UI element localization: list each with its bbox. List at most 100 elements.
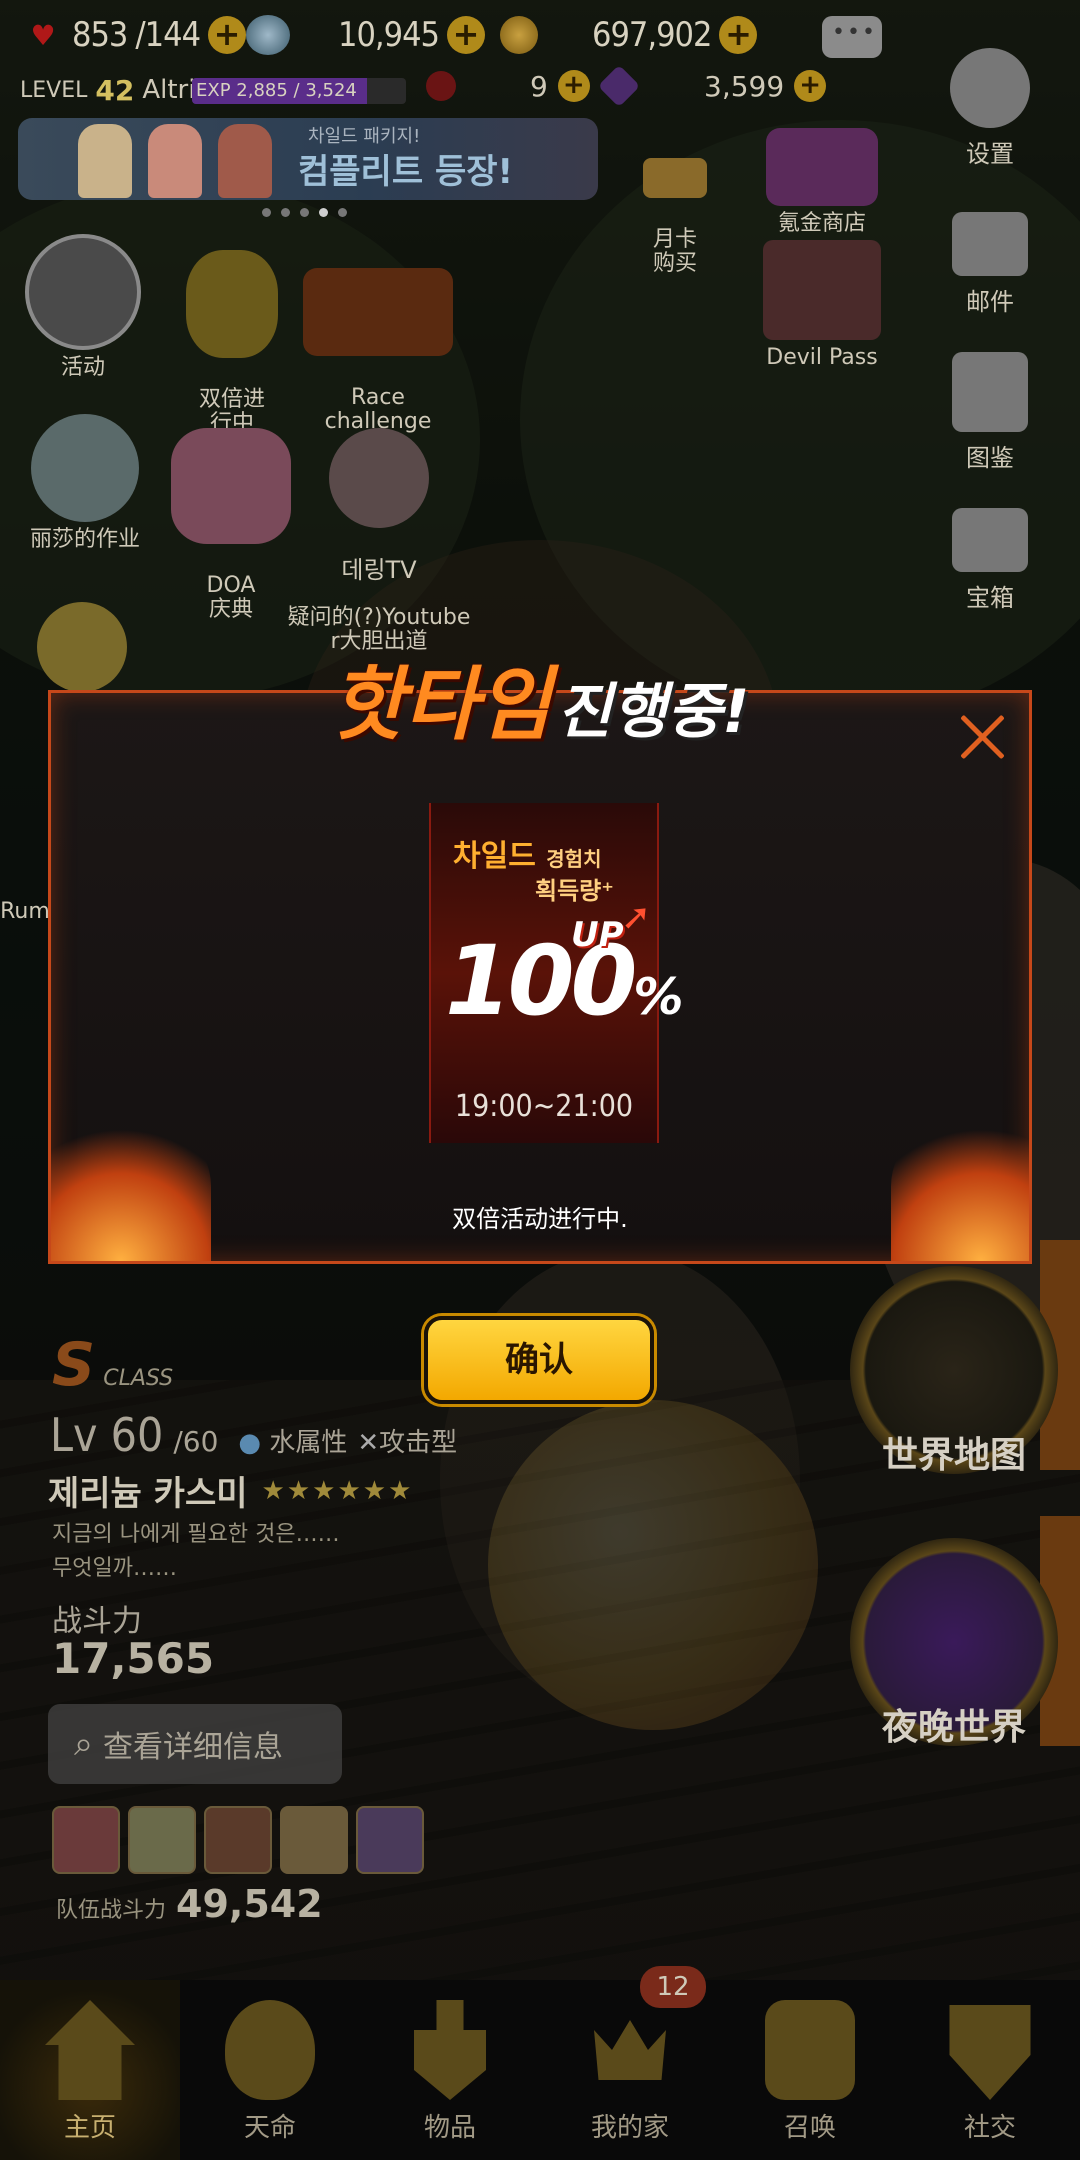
devil-pass-label: Devil Pass: [766, 345, 878, 370]
character-name: 제리늄 카스미: [48, 1474, 248, 1514]
add-gems-button[interactable]: +: [447, 16, 485, 54]
add-flame-button[interactable]: +: [557, 70, 590, 102]
popup-store-icon: [766, 128, 878, 206]
night-world-button[interactable]: 夜晚世界: [850, 1538, 1058, 1748]
banner-title: 컴플리트 등장!: [298, 152, 514, 192]
add-hearts-button[interactable]: +: [208, 16, 247, 54]
world-map-button[interactable]: 世界地图: [850, 1266, 1058, 1476]
nav-fate-label: 天命: [243, 2113, 296, 2143]
doa-fiesta-button[interactable]: DOA 庆典: [166, 404, 296, 622]
team-member-avatar[interactable]: [204, 1806, 272, 1874]
event-icon: [25, 234, 141, 350]
exp-text: EXP 2,885 / 3,524: [196, 80, 357, 101]
tv-host-avatar: [329, 428, 429, 528]
hearts-stat: ♥ 853/144 +: [22, 10, 247, 60]
team-member-avatar[interactable]: [128, 1806, 196, 1874]
sword-icon: ✕: [357, 1428, 380, 1458]
nav-items[interactable]: 物品: [360, 1980, 540, 2160]
gear-icon: [950, 48, 1030, 128]
chat-icon[interactable]: [822, 16, 882, 58]
page-dot[interactable]: [281, 208, 290, 217]
close-icon[interactable]: [958, 712, 1006, 760]
notification-badge: 12: [640, 1966, 706, 2008]
popup-store-button[interactable]: 氪金商店: [752, 128, 892, 236]
character-name-row: 제리늄 카스미 ★★★★★★: [48, 1466, 413, 1515]
lisa-homework-button[interactable]: 丽莎的作业: [20, 414, 150, 552]
add-crystal-button[interactable]: +: [794, 70, 827, 102]
page-dot-active[interactable]: [319, 208, 328, 217]
modal-message: 双倍活动进行中.: [452, 1205, 628, 1233]
devil-pass-button[interactable]: Devil Pass: [752, 240, 892, 370]
character-stars: ★★★★★★: [261, 1475, 414, 1506]
add-gold-button[interactable]: +: [719, 16, 758, 54]
night-world-label: 夜晚世界: [881, 1707, 1026, 1748]
modal-title-rest: 진행중!: [556, 677, 750, 747]
mail-button[interactable]: 邮件: [930, 212, 1050, 317]
level-number: 42: [95, 73, 135, 107]
character-lv: Lv 60: [50, 1408, 164, 1462]
bottom-nav: 主页 天命 物品 我的家 召唤 社交: [0, 1980, 1080, 2160]
event-button[interactable]: 活动: [20, 234, 146, 380]
bonus-line1-main: 차일드: [453, 839, 536, 874]
crystal-stat: 3,599 +: [597, 64, 827, 108]
nav-home[interactable]: 主页: [0, 1980, 180, 2160]
page-dot[interactable]: [262, 208, 271, 217]
exp-bar: EXP 2,885 / 3,524: [192, 78, 406, 104]
bonus-line1-small: 경험치: [546, 847, 602, 871]
flame-icon: [426, 71, 456, 101]
character-lv-max: /60: [173, 1425, 219, 1458]
potion-icon: [765, 2000, 855, 2100]
chest-button[interactable]: 宝箱: [930, 508, 1050, 613]
popup-store-label: 氪金商店: [777, 211, 866, 236]
crystal-icon: [597, 64, 641, 108]
nav-social[interactable]: 社交: [900, 1980, 1080, 2160]
crown-icon: [594, 2020, 666, 2080]
mail-label: 邮件: [966, 288, 1014, 316]
monthly-card-button[interactable]: 月卡 购买: [630, 134, 720, 276]
team-member-avatar[interactable]: [52, 1806, 120, 1874]
confirm-button[interactable]: 确认: [424, 1316, 654, 1404]
nav-fate[interactable]: 天命: [180, 1980, 360, 2160]
collection-button[interactable]: 图鉴: [930, 352, 1050, 473]
banner-pagination: [262, 208, 347, 217]
team-member-avatar[interactable]: [356, 1806, 424, 1874]
character-description: 지금의 나에게 필요한 것은…… 무엇일까……: [52, 1522, 340, 1581]
view-details-label: 查看详细信息: [103, 1730, 284, 1765]
bonus-card: 차일드 경험치 획득량⁺ 100% UP ➚ 19:00~21:00: [429, 803, 684, 1143]
flame-stat: 9 +: [426, 66, 590, 106]
gems-stat: 10,945 +: [246, 10, 485, 60]
monthly-card-icon: [643, 158, 707, 198]
heart-icon: ♥: [30, 18, 56, 52]
youtube-button[interactable]: 데링TV 疑问的(?)Youtube r大胆出道: [284, 404, 474, 654]
top-resource-bar: ♥ 853/144 + 10,945 + 697,902 +: [0, 0, 1080, 70]
view-details-button[interactable]: ⌕ 查看详细信息: [48, 1704, 342, 1784]
level-label: LEVEL: [20, 77, 88, 103]
fire-icon: [225, 2000, 315, 2100]
nav-myhome[interactable]: 我的家: [540, 1980, 720, 2160]
class-letter: S: [52, 1330, 96, 1400]
page-dot[interactable]: [300, 208, 309, 217]
monthly-card-label: 月卡 购买: [652, 227, 697, 276]
event-label: 活动: [60, 355, 105, 380]
doa-fiesta-label: DOA 庆典: [206, 573, 256, 622]
banner-girl: [218, 124, 272, 198]
nav-items-label: 物品: [423, 2113, 476, 2143]
nav-summon[interactable]: 召唤: [720, 1980, 900, 2160]
type-tag: ✕攻击型: [357, 1422, 457, 1459]
up-arrow-icon: ➚: [621, 897, 652, 938]
bonus-percent-sign: %: [633, 968, 684, 1026]
crystal-value: 3,599: [704, 69, 785, 103]
team-member-avatar[interactable]: [280, 1806, 348, 1874]
settings-label: 设置: [966, 140, 1014, 168]
flame-decoration: [891, 1111, 1029, 1261]
flame-value: 9: [530, 69, 548, 103]
gold-stat: 697,902 +: [500, 10, 758, 60]
hot-time-dialog: 차일드 경험치 획득량⁺ 100% UP ➚ 19:00~21:00 双倍活动进…: [48, 690, 1032, 1264]
class-label: CLASS: [103, 1366, 174, 1391]
page-dot[interactable]: [338, 208, 347, 217]
doa-fiesta-icon: [171, 428, 291, 544]
promo-banner[interactable]: 차일드 패키지! 컴플리트 등장!: [18, 118, 598, 200]
team-power-value: 49,542: [176, 1882, 323, 1926]
settings-button[interactable]: 设置: [930, 48, 1050, 169]
bonus-time: 19:00~21:00: [454, 1089, 634, 1124]
